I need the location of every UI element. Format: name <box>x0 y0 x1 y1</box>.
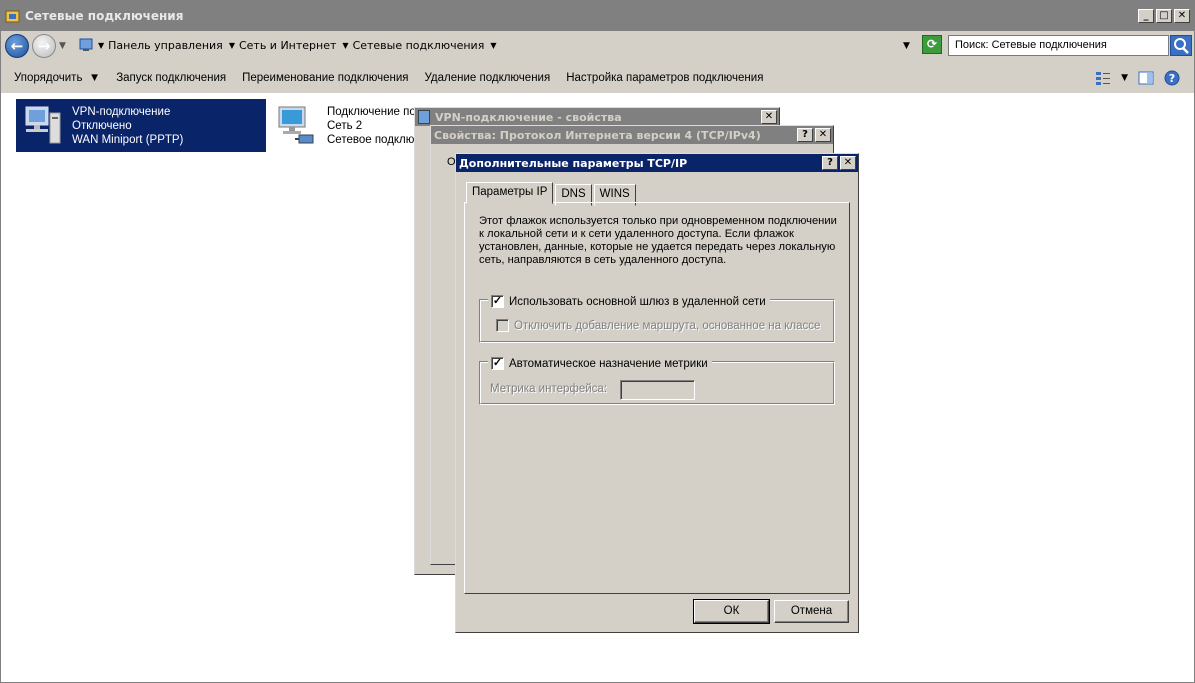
chevron-down-icon[interactable]: ▼ <box>490 41 496 50</box>
chevron-down-icon[interactable]: ▼ <box>229 41 235 50</box>
maximize-button[interactable]: □ <box>1156 9 1172 23</box>
svg-text:?: ? <box>1169 72 1175 85</box>
breadcrumb[interactable]: ▼ Панель управления ▼ Сеть и Интернет ▼ … <box>74 34 916 56</box>
dialog-title-bar[interactable]: Свойства: Протокол Интернета версии 4 (T… <box>431 126 833 144</box>
dialog-title-bar[interactable]: VPN-подключение - свойства ✕ <box>415 108 779 126</box>
explorer-window: Сетевые подключения _ □ ✕ ← → ▼ ▼ Панель… <box>0 0 1195 683</box>
ok-button[interactable]: ОК <box>693 599 770 624</box>
checkbox-empty-icon <box>496 319 509 332</box>
auto-metric-checkbox[interactable]: ✓ Автоматическое назначение метрики <box>488 357 712 370</box>
interface-metric-label: Метрика интерфейса: <box>490 383 608 395</box>
search-input[interactable]: Поиск: Сетевые подключения <box>948 35 1169 56</box>
control-panel-icon <box>78 37 94 53</box>
tab-strip: Параметры IP DNS WINS <box>466 182 638 206</box>
dialog-title-bar[interactable]: Дополнительные параметры TCP/IP ? ✕ <box>456 154 858 172</box>
address-dropdown-icon[interactable]: ▼ <box>903 41 910 51</box>
refresh-icon: ⟳ <box>926 37 938 51</box>
interface-metric-input <box>620 380 695 400</box>
breadcrumb-network-internet[interactable]: Сеть и Интернет <box>239 39 336 52</box>
address-bar: ← → ▼ ▼ Панель управления ▼ Сеть и Интер… <box>1 31 1194 63</box>
dialog-title: Дополнительные параметры TCP/IP <box>459 156 688 170</box>
view-dropdown-icon[interactable]: ▼ <box>1121 73 1128 83</box>
list-item[interactable]: Подключение по Сеть 2 Сетевое подключ <box>271 99 421 152</box>
lan-connection-icon <box>275 103 321 149</box>
disable-class-route-label: Отключить добавление маршрута, основанно… <box>514 319 821 332</box>
auto-metric-label: Автоматическое назначение метрики <box>509 357 708 370</box>
preview-pane-icon[interactable] <box>1138 70 1154 86</box>
connection-name: VPN-подключение <box>72 106 171 118</box>
search-button[interactable] <box>1170 35 1192 56</box>
vpn-computer-icon <box>20 103 66 149</box>
configure-connection-button[interactable]: Настройка параметров подключения <box>566 72 763 84</box>
help-icon[interactable]: ? <box>1164 70 1180 86</box>
close-button[interactable]: ✕ <box>1174 9 1190 23</box>
title-bar[interactable]: Сетевые подключения _ □ ✕ <box>1 1 1194 31</box>
rename-connection-button[interactable]: Переименование подключения <box>242 72 408 84</box>
connection-device: Сетевое подключ <box>327 134 421 146</box>
refresh-button[interactable]: ⟳ <box>922 35 942 54</box>
checkmark-icon: ✓ <box>491 295 504 308</box>
dialog-title: Свойства: Протокол Интернета версии 4 (T… <box>434 128 761 142</box>
history-dropdown-icon[interactable]: ▼ <box>59 41 66 51</box>
connection-status: Отключено <box>72 120 132 132</box>
forward-button[interactable]: → <box>32 34 56 58</box>
breadcrumb-control-panel[interactable]: Панель управления <box>108 39 223 52</box>
tab-ip-settings[interactable]: Параметры IP <box>466 182 554 204</box>
checkmark-icon: ✓ <box>491 357 504 370</box>
view-options-icon[interactable] <box>1095 70 1111 86</box>
list-item[interactable]: VPN-подключение Отключено WAN Miniport (… <box>16 99 266 152</box>
gateway-description: Этот флажок используется только при одно… <box>479 215 837 266</box>
minimize-button[interactable]: _ <box>1138 9 1154 23</box>
search-icon <box>1174 38 1189 54</box>
start-connection-button[interactable]: Запуск подключения <box>116 72 226 84</box>
network-icon <box>418 110 430 124</box>
organize-menu[interactable]: Упорядочить ▼ <box>14 72 100 84</box>
network-folder-icon <box>5 8 21 24</box>
use-default-gateway-label: Использовать основной шлюз в удаленной с… <box>509 295 766 308</box>
arrow-right-icon: → <box>37 37 51 55</box>
ip-settings-panel: Этот флажок используется только при одно… <box>464 202 850 594</box>
help-button[interactable]: ? <box>822 156 838 170</box>
dialog-title: VPN-подключение - свойства <box>435 110 622 124</box>
connection-status: Сеть 2 <box>327 120 363 132</box>
cancel-button[interactable]: Отмена <box>774 600 849 623</box>
advanced-tcpip-dialog: Дополнительные параметры TCP/IP ? ✕ Пара… <box>455 153 859 633</box>
back-button[interactable]: ← <box>5 34 29 58</box>
chevron-down-icon[interactable]: ▼ <box>98 41 104 50</box>
chevron-down-icon[interactable]: ▼ <box>342 41 348 50</box>
use-default-gateway-checkbox[interactable]: ✓ Использовать основной шлюз в удаленной… <box>488 295 770 308</box>
close-button[interactable]: ✕ <box>840 156 856 170</box>
help-button[interactable]: ? <box>797 128 813 142</box>
connection-name: Подключение по <box>327 106 416 118</box>
connection-device: WAN Miniport (PPTP) <box>72 134 184 146</box>
breadcrumb-network-connections[interactable]: Сетевые подключения <box>353 39 485 52</box>
delete-connection-button[interactable]: Удаление подключения <box>425 72 551 84</box>
command-bar: Упорядочить ▼ Запуск подключения Переиме… <box>1 63 1194 93</box>
close-button[interactable]: ✕ <box>761 110 777 124</box>
window-title: Сетевые подключения <box>25 9 184 23</box>
close-button[interactable]: ✕ <box>815 128 831 142</box>
disable-class-route-checkbox: Отключить добавление маршрута, основанно… <box>493 319 824 332</box>
arrow-left-icon: ← <box>10 37 24 55</box>
